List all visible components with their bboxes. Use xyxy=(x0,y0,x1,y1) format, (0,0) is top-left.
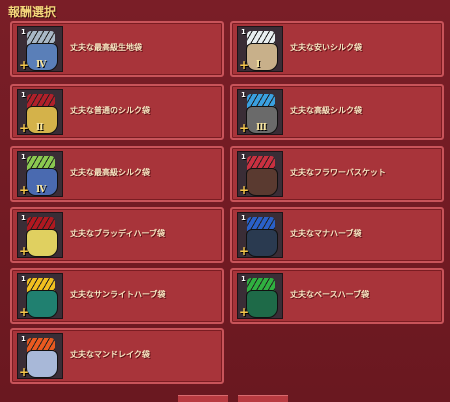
reward-item[interactable]: 1 + 丈夫なブラッディハーブ袋 xyxy=(10,207,224,263)
plus-icon: + xyxy=(239,58,250,72)
reward-item-name: 丈夫なフラワーバスケット xyxy=(290,168,386,177)
bag-body xyxy=(26,229,58,257)
bag-body xyxy=(26,290,58,318)
item-rank: Ⅳ xyxy=(36,185,47,195)
flower-basket-icon: 1 + xyxy=(237,151,283,197)
reward-item[interactable]: 1 + 丈夫なマンドレイク袋 xyxy=(10,328,224,384)
reward-item-name: 丈夫な普通のシルク袋 xyxy=(70,106,150,115)
item-quantity: 1 xyxy=(241,275,246,283)
reward-item[interactable]: 1 + Ⅳ 丈夫な最高級生地袋 xyxy=(10,21,224,77)
item-rank: Ⅰ xyxy=(256,60,261,70)
item-quantity: 1 xyxy=(21,275,26,283)
bag-body xyxy=(246,229,278,257)
reward-grid: 1 + Ⅳ 丈夫な最高級生地袋 1 + Ⅰ 丈夫な安いシルク袋 1 + Ⅱ 丈夫な普通のシルク袋 1 + Ⅲ… xyxy=(0,0,450,402)
bag-body xyxy=(26,350,58,378)
herb-bag-icon: 1 + xyxy=(17,333,63,379)
item-quantity: 1 xyxy=(21,91,26,99)
item-rank: Ⅱ xyxy=(36,123,44,133)
herb-bag-icon: 1 + xyxy=(237,212,283,258)
reward-item-name: 丈夫な最高級シルク袋 xyxy=(70,168,150,177)
fabric-bag-icon: 1 + Ⅳ xyxy=(17,26,63,72)
item-quantity: 1 xyxy=(21,335,26,343)
reward-item-name: 丈夫な高級シルク袋 xyxy=(290,106,362,115)
reward-item[interactable]: 1 + Ⅱ 丈夫な普通のシルク袋 xyxy=(10,84,224,140)
item-quantity: 1 xyxy=(241,28,246,36)
item-quantity: 1 xyxy=(21,214,26,222)
plus-icon: + xyxy=(19,183,30,197)
herb-bag-icon: 1 + xyxy=(17,273,63,319)
reward-select-panel: 報酬選択 1 + Ⅳ 丈夫な最高級生地袋 1 + Ⅰ 丈夫な安いシルク袋 1 + Ⅱ 丈夫な普通のシル… xyxy=(0,0,450,402)
reward-item[interactable]: 1 + 丈夫なベースハーブ袋 xyxy=(230,268,444,324)
bag-body xyxy=(246,290,278,318)
plus-icon: + xyxy=(239,121,250,135)
herb-bag-icon: 1 + xyxy=(17,212,63,258)
plus-icon: + xyxy=(19,58,30,72)
item-quantity: 1 xyxy=(241,214,246,222)
silk-bag-icon: 1 + Ⅰ xyxy=(237,26,283,72)
plus-icon: + xyxy=(239,183,250,197)
reward-item-name: 丈夫なサンライトハーブ袋 xyxy=(70,290,166,299)
item-quantity: 1 xyxy=(21,28,26,36)
plus-icon: + xyxy=(19,365,30,379)
herb-bag-icon: 1 + xyxy=(237,273,283,319)
reward-item[interactable]: 1 + 丈夫なマナハーブ袋 xyxy=(230,207,444,263)
item-rank: Ⅳ xyxy=(36,60,47,70)
plus-icon: + xyxy=(239,305,250,319)
item-quantity: 1 xyxy=(241,153,246,161)
reward-item[interactable]: 1 + Ⅰ 丈夫な安いシルク袋 xyxy=(230,21,444,77)
plus-icon: + xyxy=(19,244,30,258)
confirm-button[interactable] xyxy=(178,395,228,402)
reward-item[interactable]: 1 + 丈夫なフラワーバスケット xyxy=(230,146,444,202)
plus-icon: + xyxy=(19,305,30,319)
bag-body xyxy=(246,43,278,71)
reward-item-name: 丈夫な安いシルク袋 xyxy=(290,43,362,52)
item-quantity: 1 xyxy=(21,153,26,161)
reward-item[interactable]: 1 + 丈夫なサンライトハーブ袋 xyxy=(10,268,224,324)
reward-item[interactable]: 1 + Ⅲ 丈夫な高級シルク袋 xyxy=(230,84,444,140)
reward-item[interactable]: 1 + Ⅳ 丈夫な最高級シルク袋 xyxy=(10,146,224,202)
bag-body xyxy=(246,168,278,196)
item-rank: Ⅲ xyxy=(256,123,267,133)
plus-icon: + xyxy=(19,121,30,135)
cancel-button[interactable] xyxy=(238,395,288,402)
reward-item-name: 丈夫なブラッディハーブ袋 xyxy=(70,229,165,238)
reward-item-name: 丈夫なマンドレイク袋 xyxy=(70,350,150,359)
reward-item-name: 丈夫な最高級生地袋 xyxy=(70,43,142,52)
item-quantity: 1 xyxy=(241,91,246,99)
silk-bag-icon: 1 + Ⅳ xyxy=(17,151,63,197)
reward-item-name: 丈夫なマナハーブ袋 xyxy=(290,229,362,238)
silk-bag-icon: 1 + Ⅲ xyxy=(237,89,283,135)
reward-item-name: 丈夫なベースハーブ袋 xyxy=(290,290,370,299)
silk-bag-icon: 1 + Ⅱ xyxy=(17,89,63,135)
plus-icon: + xyxy=(239,244,250,258)
